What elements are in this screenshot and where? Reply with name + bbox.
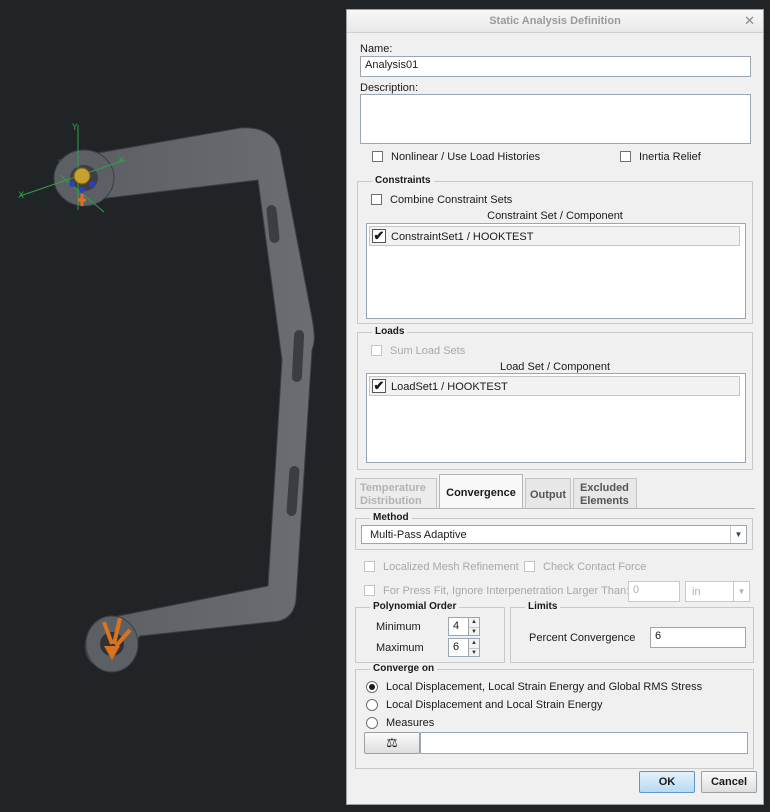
combine-constraint-sets-checkbox[interactable] — [371, 194, 382, 205]
minimum-label: Minimum — [376, 621, 421, 633]
method-group: Method Multi-Pass Adaptive ▼ — [355, 512, 753, 550]
maximum-label: Maximum — [376, 642, 424, 654]
converge-option-strain-label: Local Displacement and Local Strain Ener… — [386, 699, 603, 711]
percent-convergence-label: Percent Convergence — [529, 632, 636, 644]
combine-constraint-sets-label: Combine Constraint Sets — [390, 194, 513, 206]
nonlinear-checkbox[interactable] — [372, 151, 383, 162]
constraint-column-header: Constraint Set / Component — [487, 210, 623, 222]
limits-legend: Limits — [525, 601, 561, 612]
tab-divider — [355, 508, 755, 509]
polynomial-order-group: Polynomial Order Minimum 4 ▲ ▼ Maximum 6 … — [355, 601, 505, 663]
stepper-up-icon[interactable]: ▲ — [469, 639, 479, 649]
polynomial-legend: Polynomial Order — [370, 601, 460, 612]
converge-option-rms-radio[interactable] — [366, 681, 378, 693]
minimum-field[interactable]: 4 — [448, 617, 470, 636]
description-field[interactable] — [360, 94, 751, 144]
chevron-down-icon[interactable]: ▼ — [733, 582, 749, 601]
load-item-label: LoadSet1 / HOOKTEST — [391, 381, 508, 393]
tab-temperature-distribution[interactable]: Temperature Distribution — [355, 478, 437, 509]
check-contact-checkbox[interactable] — [524, 561, 535, 572]
list-item[interactable]: ✔ ConstraintSet1 / HOOKTEST — [369, 226, 740, 246]
list-item[interactable]: ✔ LoadSet1 / HOOKTEST — [369, 376, 740, 396]
measures-button[interactable]: ⚖ — [364, 732, 420, 754]
press-fit-unit-select[interactable]: in ▼ — [685, 581, 750, 602]
stepper-down-icon[interactable]: ▼ — [469, 649, 479, 658]
press-fit-checkbox[interactable] — [364, 585, 375, 596]
stepper-up-icon[interactable]: ▲ — [469, 618, 479, 628]
dialog-title: Static Analysis Definition — [489, 15, 621, 27]
maximum-field[interactable]: 6 — [448, 638, 470, 657]
percent-convergence-field[interactable]: 6 — [650, 627, 746, 648]
tab-convergence[interactable]: Convergence — [439, 474, 523, 509]
ok-button[interactable]: OK — [639, 771, 695, 793]
constraints-legend: Constraints — [372, 175, 434, 186]
static-analysis-dialog: Static Analysis Definition ✕ Name: Analy… — [346, 9, 764, 805]
svg-text:X: X — [118, 156, 124, 166]
description-label: Description: — [360, 82, 419, 94]
minimum-stepper[interactable]: ▲ ▼ — [468, 617, 480, 636]
dialog-titlebar: Static Analysis Definition ✕ — [347, 10, 763, 33]
nonlinear-label: Nonlinear / Use Load Histories — [391, 151, 541, 163]
balance-scale-icon: ⚖ — [386, 735, 398, 750]
tab-excluded-line1: Excluded — [580, 482, 629, 494]
model-viewport[interactable]: Y X X — [0, 0, 346, 812]
constraints-group: Constraints Combine Constraint Sets Cons… — [357, 175, 753, 324]
tab-temperature-line1: Temperature — [360, 482, 426, 494]
load-set-list: ✔ LoadSet1 / HOOKTEST — [366, 373, 746, 463]
loads-legend: Loads — [372, 326, 408, 337]
converge-option-measures-label: Measures — [386, 717, 435, 729]
converge-legend: Converge on — [370, 663, 438, 674]
localized-mesh-checkbox[interactable] — [364, 561, 375, 572]
inertia-relief-checkbox[interactable] — [620, 151, 631, 162]
svg-text:Y: Y — [71, 123, 78, 133]
converge-option-measures-radio[interactable] — [366, 717, 378, 729]
constraint-item-label: ConstraintSet1 / HOOKTEST — [391, 231, 534, 243]
localized-mesh-label: Localized Mesh Refinement — [383, 561, 519, 573]
measures-field[interactable] — [420, 732, 748, 754]
converge-option-strain-radio[interactable] — [366, 699, 378, 711]
method-selected-value: Multi-Pass Adaptive — [370, 529, 467, 541]
tab-excluded-line2: Elements — [580, 495, 629, 507]
constraint-item-checkbox[interactable]: ✔ — [372, 229, 386, 243]
sum-load-sets-label: Sum Load Sets — [390, 345, 466, 357]
loads-group: Loads Sum Load Sets Load Set / Component… — [357, 326, 753, 470]
inertia-relief-label: Inertia Relief — [639, 151, 701, 163]
converge-on-group: Converge on Local Displacement, Local St… — [355, 663, 754, 769]
name-label: Name: — [360, 43, 393, 55]
sum-load-sets-checkbox[interactable] — [371, 345, 382, 356]
load-column-header: Load Set / Component — [499, 361, 611, 373]
stepper-down-icon[interactable]: ▼ — [469, 628, 479, 637]
load-item-checkbox[interactable]: ✔ — [372, 379, 386, 393]
press-fit-label: For Press Fit, Ignore Interpenetration L… — [383, 585, 630, 597]
svg-text:X: X — [18, 191, 24, 201]
tab-excluded-elements[interactable]: Excluded Elements — [573, 478, 637, 509]
constraint-set-list: ✔ ConstraintSet1 / HOOKTEST — [366, 223, 746, 319]
tab-temperature-line2: Distribution — [360, 495, 422, 507]
press-fit-value-field[interactable]: 0 — [628, 581, 680, 602]
tab-output[interactable]: Output — [525, 478, 571, 509]
limits-group: Limits Percent Convergence 6 — [510, 601, 754, 663]
check-contact-label: Check Contact Force — [543, 561, 647, 573]
press-fit-unit-value: in — [692, 586, 701, 598]
name-field[interactable]: Analysis01 — [360, 56, 751, 77]
chevron-down-icon[interactable]: ▼ — [730, 526, 746, 543]
method-legend: Method — [370, 512, 412, 523]
method-select[interactable]: Multi-Pass Adaptive ▼ — [361, 525, 747, 544]
cancel-button[interactable]: Cancel — [701, 771, 757, 793]
maximum-stepper[interactable]: ▲ ▼ — [468, 638, 480, 657]
close-icon[interactable]: ✕ — [744, 13, 755, 29]
hook-model-graphic: Y X X — [18, 123, 315, 673]
converge-option-rms-label: Local Displacement, Local Strain Energy … — [386, 681, 703, 693]
